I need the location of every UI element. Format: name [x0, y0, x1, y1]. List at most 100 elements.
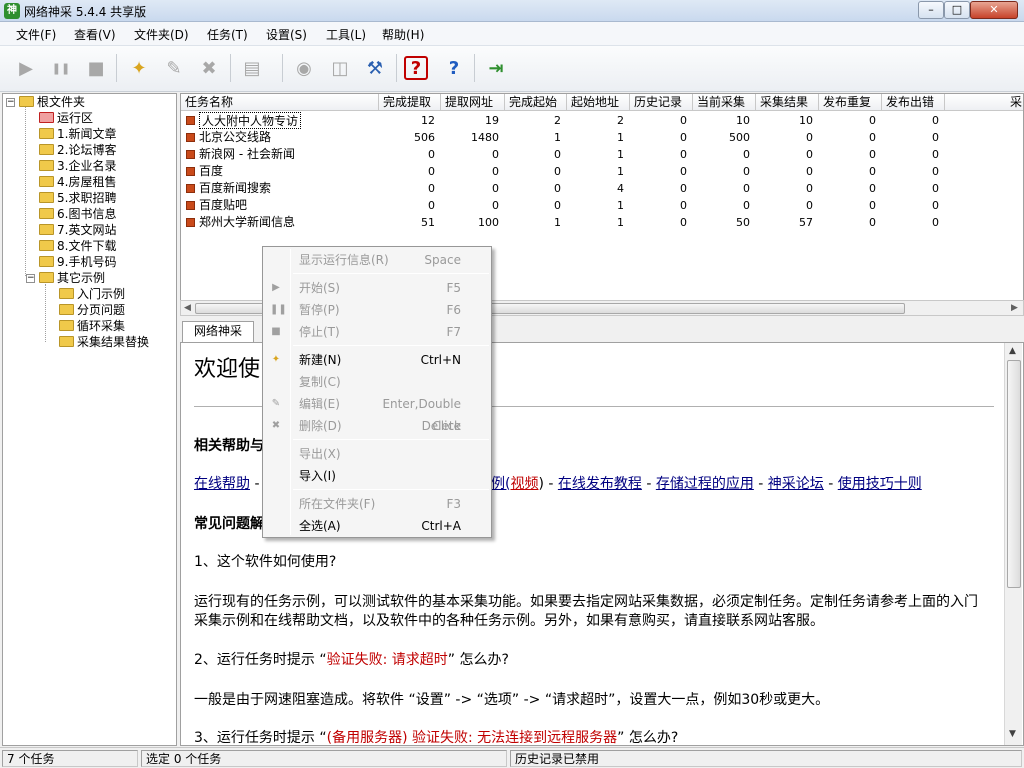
content-vscrollbar[interactable]: ▲ ▼: [1004, 343, 1022, 745]
folder-icon: [59, 304, 74, 315]
task-row[interactable]: 人大附中人物专访 12 19 2 2 0 10 10 0 0: [181, 112, 1023, 129]
tree-node-phone[interactable]: 9.手机号码: [39, 254, 116, 270]
minimize-button[interactable]: –: [918, 1, 944, 19]
column-header[interactable]: 完成提取: [379, 94, 441, 111]
tree-node-intro-example[interactable]: 入门示例: [59, 286, 125, 302]
menu-task[interactable]: 任务(T): [207, 26, 248, 43]
help-button[interactable]: ?: [404, 56, 428, 80]
tree-node-jobs[interactable]: 5.求职招聘: [39, 190, 116, 206]
delete-task-button[interactable]: ✖: [195, 54, 223, 82]
tree-node-house[interactable]: 4.房屋租售: [39, 174, 116, 190]
menu-settings[interactable]: 设置(S): [266, 26, 307, 43]
tree-node-books[interactable]: 6.图书信息: [39, 206, 116, 222]
task-cell: 0: [680, 148, 687, 161]
tab-wangluo[interactable]: 网络神采: [182, 321, 254, 342]
context-menu-item[interactable]: 所在文件夹(F) F3: [265, 493, 489, 515]
context-menu-item[interactable]: 全选(A) Ctrl+A: [265, 515, 489, 537]
exit-button[interactable]: ⇥: [482, 54, 510, 82]
folder-icon: [39, 208, 54, 219]
pause-button[interactable]: ❚❚: [47, 54, 75, 82]
context-menu-item[interactable]: ▶ 开始(S) F5: [265, 277, 489, 299]
column-header[interactable]: 发布重复: [819, 94, 882, 111]
column-header[interactable]: 当前采集: [693, 94, 756, 111]
tree-node-news[interactable]: 1.新闻文章: [39, 126, 116, 142]
context-menu-item[interactable]: ■ 停止(T) F7: [265, 321, 489, 343]
save-button[interactable]: ▤: [238, 54, 266, 82]
examples-collapse-toggle[interactable]: −: [26, 274, 35, 283]
tree-node-download[interactable]: 8.文件下载: [39, 238, 116, 254]
edit-task-button[interactable]: ✎: [160, 54, 188, 82]
menu-tools[interactable]: 工具(L): [326, 26, 366, 43]
context-menu-item[interactable]: 复制(C): [265, 371, 489, 393]
close-button[interactable]: ✕: [970, 1, 1018, 19]
task-row[interactable]: 北京公交线路 506 1480 1 1 0 500 0 0 0: [181, 129, 1023, 146]
scrollbar-thumb[interactable]: [1007, 360, 1021, 588]
link-example-tail[interactable]: 例(: [491, 476, 510, 492]
tree-node-replace[interactable]: 采集结果替换: [59, 334, 149, 350]
new-task-button[interactable]: ✦: [125, 54, 153, 82]
link-online-help[interactable]: 在线帮助: [194, 476, 250, 492]
menu-folder[interactable]: 文件夹(D): [134, 26, 189, 43]
link-tips[interactable]: 使用技巧十则: [838, 476, 922, 492]
task-row[interactable]: 百度新闻搜索 0 0 0 4 0 0 0 0 0: [181, 180, 1023, 197]
scroll-up-icon[interactable]: ▲: [1009, 346, 1016, 356]
export-button[interactable]: ◫: [326, 54, 354, 82]
context-menu-item[interactable]: 导出(X): [265, 443, 489, 465]
link-publish-tutorial[interactable]: 在线发布教程: [558, 476, 642, 492]
column-header[interactable]: 起始地址: [567, 94, 630, 111]
menu-help[interactable]: 帮助(H): [382, 26, 424, 43]
menu-view[interactable]: 查看(V): [74, 26, 116, 43]
tree-root[interactable]: 根文件夹: [19, 94, 85, 110]
status-history: 历史记录已禁用: [510, 750, 1022, 767]
root-collapse-toggle[interactable]: −: [6, 98, 15, 107]
tree-node-english[interactable]: 7.英文网站: [39, 222, 116, 238]
scroll-down-icon[interactable]: ▼: [1009, 729, 1016, 739]
context-menu-item[interactable]: ❚❚ 暂停(P) F6: [265, 299, 489, 321]
task-name: 北京公交线路: [199, 130, 272, 144]
tree-node-forum[interactable]: 2.论坛博客: [39, 142, 116, 158]
link-video[interactable]: 视频: [510, 476, 538, 492]
context-menu-item[interactable]: ✎ 编辑(E) Enter,Double Click: [265, 393, 489, 433]
column-header[interactable]: 历史记录: [630, 94, 693, 111]
context-help-button[interactable]: ?: [440, 54, 468, 82]
start-button[interactable]: ▶: [12, 54, 40, 82]
column-header[interactable]: 完成起始: [505, 94, 567, 111]
column-header[interactable]: 采: [945, 94, 1023, 111]
task-name: 百度新闻搜索: [199, 181, 272, 195]
tools-button[interactable]: ⚒: [361, 54, 389, 82]
tree-node-company[interactable]: 3.企业名录: [39, 158, 116, 174]
menu-file[interactable]: 文件(F): [16, 26, 56, 43]
context-menu-item[interactable]: ✖ 删除(D) Delete: [265, 415, 489, 437]
column-header[interactable]: 任务名称: [181, 94, 379, 111]
folder-icon: [39, 240, 54, 251]
tree-node-label: 9.手机号码: [57, 255, 117, 269]
link-forum[interactable]: 神采论坛: [768, 476, 824, 492]
tree-node-paging[interactable]: 分页问题: [59, 302, 125, 318]
scroll-left-icon[interactable]: ◀: [184, 303, 191, 313]
context-menu-item[interactable]: 导入(I): [265, 465, 489, 487]
menu-item-shortcut: F6: [446, 303, 461, 317]
disabled-circle-button[interactable]: ◉: [290, 54, 318, 82]
column-header[interactable]: 采集结果: [756, 94, 819, 111]
context-menu-item[interactable]: ✦ 新建(N) Ctrl+N: [265, 349, 489, 371]
task-row[interactable]: 新浪网 - 社会新闻 0 0 0 1 0 0 0 0 0: [181, 146, 1023, 163]
maximize-button[interactable]: □: [944, 1, 970, 19]
scroll-right-icon[interactable]: ▶: [1011, 303, 1018, 313]
column-header[interactable]: 发布出错: [882, 94, 945, 111]
task-row[interactable]: 百度 0 0 0 1 0 0 0 0 0: [181, 163, 1023, 180]
link-separator: -: [641, 476, 656, 492]
tree-node-label: 8.文件下载: [57, 239, 117, 253]
folder-icon: [39, 256, 54, 267]
context-menu-item[interactable]: 显示运行信息(R) Space: [265, 249, 489, 271]
column-header[interactable]: 提取网址: [441, 94, 505, 111]
link-stored-procedure[interactable]: 存储过程的应用: [656, 476, 754, 492]
tree-node-loop[interactable]: 循环采集: [59, 318, 125, 334]
task-cell: 0: [554, 199, 561, 212]
task-row[interactable]: 百度贴吧 0 0 0 1 0 0 0 0 0: [181, 197, 1023, 214]
task-cell: 10: [736, 114, 750, 127]
task-row[interactable]: 郑州大学新闻信息 51 100 1 1 0 50 57 0 0: [181, 214, 1023, 231]
folder-tree: − 根文件夹 运行区 1.新闻文章 2.论坛博客 3.企业名录 4.房屋租售 5…: [2, 93, 177, 746]
stop-button[interactable]: ■: [82, 54, 110, 82]
tree-node-run-area[interactable]: 运行区: [39, 110, 93, 126]
tree-node-examples[interactable]: 其它示例: [39, 270, 105, 286]
